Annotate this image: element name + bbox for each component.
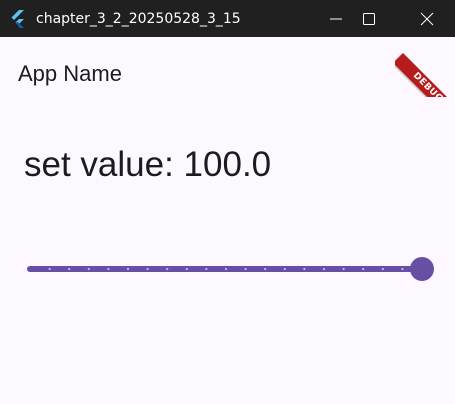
slider-value-text: set value: 100.0 xyxy=(24,143,271,187)
slider-tick-mark xyxy=(68,267,71,271)
slider-tick-mark xyxy=(264,267,267,271)
slider-tick-mark xyxy=(244,267,247,271)
slider-tick-mark xyxy=(146,267,149,271)
maximize-button[interactable] xyxy=(346,0,392,37)
value-number: 100.0 xyxy=(183,145,272,184)
slider-tick-mark xyxy=(126,267,130,271)
window-title: chapter_3_2_20250528_3_15 xyxy=(36,11,241,27)
slider-tick-mark xyxy=(224,267,228,271)
maximize-icon xyxy=(363,13,375,25)
slider-tick-mark xyxy=(166,267,169,271)
slider-tick-mark xyxy=(362,267,365,271)
slider-tick-mark xyxy=(283,267,286,271)
window-titlebar[interactable]: chapter_3_2_20250528_3_15 xyxy=(0,0,455,37)
slider-tick-mark xyxy=(303,267,306,271)
slider-tick-mark xyxy=(342,267,345,271)
slider-thumb[interactable] xyxy=(410,257,434,281)
slider-tick-mark xyxy=(381,267,384,271)
close-icon xyxy=(420,12,434,26)
slider-tick-mark xyxy=(87,267,90,271)
slider-tick-mark xyxy=(322,267,326,271)
slider-tick-mark xyxy=(107,267,110,271)
app-bar-title: App Name xyxy=(18,61,122,86)
close-button[interactable] xyxy=(404,0,450,37)
value-slider[interactable] xyxy=(24,251,440,289)
flutter-logo-icon xyxy=(11,10,24,28)
slider-tick-mark xyxy=(48,267,51,271)
debug-banner-label: DEBUG xyxy=(395,53,455,97)
app-window-content: App Name set value: 100.0 DEBUG xyxy=(0,37,455,404)
slider-tick-mark xyxy=(401,267,404,271)
slider-tick-mark xyxy=(205,267,208,271)
value-label: set value: xyxy=(24,145,184,184)
debug-banner: DEBUG xyxy=(395,37,455,97)
slider-tick-mark xyxy=(185,267,188,271)
minimize-icon xyxy=(330,18,342,20)
